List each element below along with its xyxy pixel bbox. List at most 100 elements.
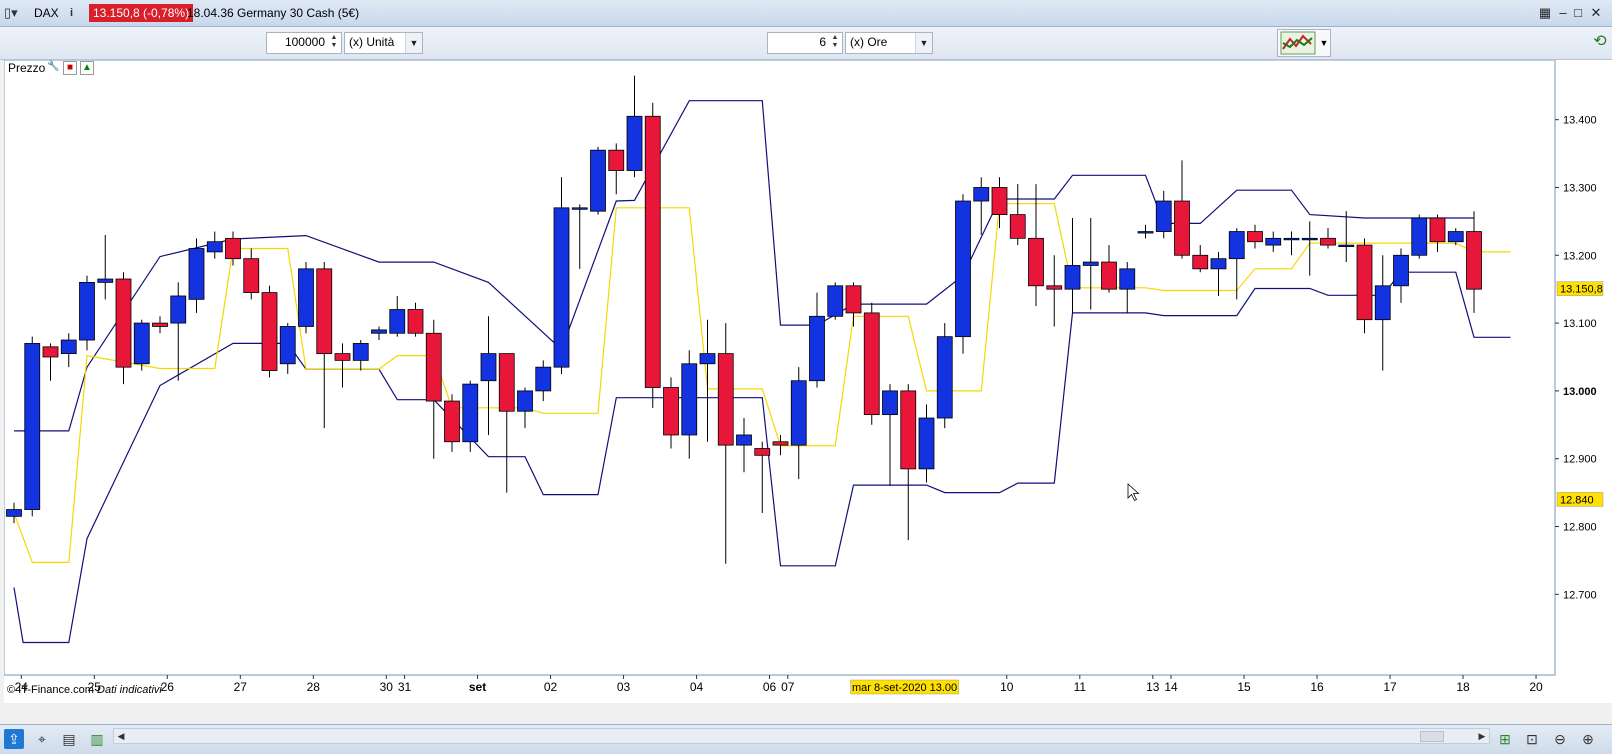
candle-body xyxy=(79,282,95,341)
chart-toolbar: 100000 ▲ ▼ (x) Unità ▼ 6 ▲ ▼ (x) Ore ▼ ▼ ⟲ xyxy=(0,27,1612,60)
chart-area[interactable]: 12.700 12.800 12.900 13.000 13.100 13.200 13.3… xyxy=(4,60,1612,703)
candle-body xyxy=(1411,217,1428,256)
candle-body xyxy=(279,326,296,365)
title-bar: ▯▾ DAX i 13.150,8 (-0,78%) 18.04.36 Germ… xyxy=(0,0,1612,27)
x-tick-label: 10 xyxy=(1000,680,1014,694)
candle-body xyxy=(681,363,698,436)
instrument-title: 18.04.36 Germany 30 Cash (5€) xyxy=(187,6,360,20)
candle-body xyxy=(936,336,953,419)
stepper-arrows-icon[interactable]: ▲ ▼ xyxy=(830,34,840,50)
indicators-icon xyxy=(1280,31,1316,55)
minimize-icon[interactable]: – xyxy=(1556,6,1570,20)
candle-body xyxy=(462,383,479,443)
instrument-name[interactable]: DAX xyxy=(34,4,59,22)
cursor-tool-icon[interactable]: ⌖ xyxy=(32,729,52,749)
candle-body xyxy=(1137,231,1154,234)
candle-body xyxy=(261,292,278,371)
candle-body xyxy=(170,295,187,324)
candle-body xyxy=(754,448,771,456)
candle-body xyxy=(1028,237,1044,287)
chevron-down-icon[interactable]: ▼ xyxy=(915,33,932,53)
quantity-unit-select[interactable]: (x) Unità ▼ xyxy=(344,32,423,54)
horizontal-scrollbar[interactable]: ◀ ▶ xyxy=(113,728,1490,744)
candle-body xyxy=(97,278,114,283)
candle-body xyxy=(827,285,844,317)
candle-body xyxy=(863,312,880,416)
x-tick-label: 03 xyxy=(617,680,631,694)
copyright-note: © IT-Finance.com Dati indicativi xyxy=(7,684,162,696)
candle-body xyxy=(1393,254,1409,287)
y-tick-label: 12.800 xyxy=(1563,522,1597,534)
period-unit-select[interactable]: (x) Ore ▼ xyxy=(845,32,933,54)
quantity-unit-label: (x) Unità xyxy=(349,35,395,49)
x-tick-label: 11 xyxy=(1074,680,1087,694)
x-tick-label: 18 xyxy=(1456,680,1470,694)
zoom-fit-icon[interactable]: ⊡ xyxy=(1522,729,1542,749)
candle-body xyxy=(882,390,898,416)
chevron-down-icon[interactable]: ▼ xyxy=(405,33,422,53)
candle-body xyxy=(1210,258,1227,270)
x-tick-label: 06 xyxy=(763,680,777,694)
candle-body xyxy=(1247,231,1263,243)
candle-body xyxy=(900,390,917,470)
candle-body xyxy=(845,285,862,314)
candle-body xyxy=(790,380,807,446)
candle-body xyxy=(1174,200,1190,256)
candle-body xyxy=(425,332,442,402)
candle-body xyxy=(1228,231,1245,260)
candle-body xyxy=(991,187,1008,215)
candle-body xyxy=(389,309,406,334)
indicators-list-icon[interactable]: ▥ xyxy=(87,729,107,749)
period-value: 6 xyxy=(819,35,826,49)
y-tick-label: 13.200 xyxy=(1563,250,1597,262)
instrument-menu-icon[interactable]: ▯▾ xyxy=(4,4,34,22)
scroll-thumb[interactable] xyxy=(1420,731,1444,742)
candle-body xyxy=(243,258,260,293)
chart-type-icon[interactable]: ▤ xyxy=(59,729,79,749)
chevron-down-icon[interactable]: ▼ xyxy=(1318,30,1330,56)
y-tick-label: 12.900 xyxy=(1563,454,1597,466)
candle-body xyxy=(1374,285,1391,321)
scroll-left-icon[interactable]: ◀ xyxy=(114,729,128,743)
quantity-value: 100000 xyxy=(284,35,325,49)
candle-body xyxy=(188,248,205,300)
x-tick-label: 26 xyxy=(161,680,175,694)
candle-body xyxy=(1155,200,1172,232)
grid-menu-icon[interactable]: ▦ xyxy=(1538,6,1552,20)
price-chart[interactable]: 12.700 12.800 12.900 13.000 13.100 13.200 13.3… xyxy=(4,60,1612,703)
candle-body xyxy=(115,278,132,368)
share-icon[interactable]: ⇪ xyxy=(4,729,24,749)
info-icon[interactable]: i xyxy=(70,4,82,22)
candle-body xyxy=(517,390,533,412)
candle-body xyxy=(644,115,661,388)
x-tick-label: 20 xyxy=(1529,680,1543,694)
add-panel-icon[interactable]: ▲ xyxy=(80,61,94,75)
scroll-right-icon[interactable]: ▶ xyxy=(1475,729,1489,743)
y-axis-background xyxy=(1556,60,1612,703)
candle-body xyxy=(1320,237,1336,246)
period-stepper[interactable]: 6 ▲ ▼ xyxy=(767,32,843,54)
candle-body xyxy=(371,329,387,334)
wrench-icon[interactable]: 🔧 xyxy=(47,61,59,73)
zoom-in-icon[interactable]: ⊕ xyxy=(1578,729,1598,749)
candle-body xyxy=(1046,285,1063,290)
candle-body xyxy=(1447,231,1464,243)
candle-body xyxy=(663,387,679,436)
ruler-icon[interactable]: ⊞ xyxy=(1495,729,1515,749)
candle-body xyxy=(206,241,223,253)
close-icon[interactable]: ✕ xyxy=(1589,6,1603,20)
candle-body xyxy=(444,400,460,443)
indicators-button[interactable]: ▼ xyxy=(1277,29,1331,57)
x-tick-label: 02 xyxy=(544,680,558,694)
x-tick-label: 28 xyxy=(307,680,321,694)
remove-panel-icon[interactable]: ■ xyxy=(63,61,77,75)
maximize-icon[interactable]: □ xyxy=(1571,6,1585,20)
price-label: 12.840 xyxy=(1560,494,1594,506)
stepper-arrows-icon[interactable]: ▲ ▼ xyxy=(329,34,339,50)
candle-body xyxy=(1082,261,1099,266)
quantity-stepper[interactable]: 100000 ▲ ▼ xyxy=(266,32,342,54)
x-tick-label: 27 xyxy=(234,680,248,694)
zoom-out-icon[interactable]: ⊖ xyxy=(1550,729,1570,749)
candle-body xyxy=(225,237,241,260)
drawing-tool-icon[interactable]: ⟲ xyxy=(1590,29,1610,55)
